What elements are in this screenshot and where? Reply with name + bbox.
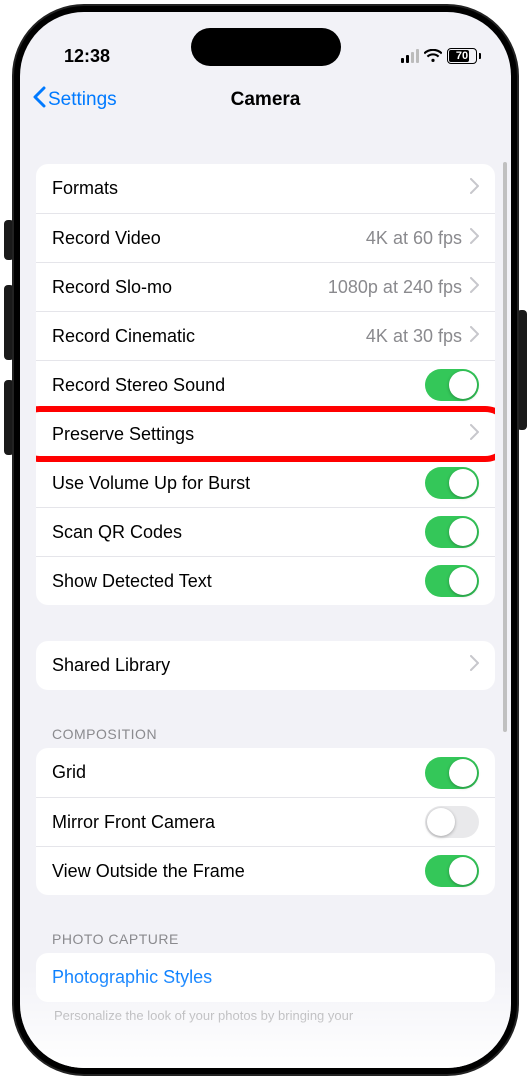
row-label: Preserve Settings bbox=[52, 424, 470, 445]
chevron-right-icon bbox=[470, 178, 479, 199]
back-label: Settings bbox=[48, 89, 117, 111]
wifi-icon bbox=[424, 49, 442, 63]
row-volume-burst: Use Volume Up for Burst bbox=[36, 458, 495, 507]
row-formats[interactable]: Formats bbox=[36, 164, 495, 213]
volume-up-btn bbox=[4, 285, 14, 360]
back-button[interactable]: Settings bbox=[32, 86, 117, 114]
row-record-cinematic[interactable]: Record Cinematic 4K at 30 fps bbox=[36, 311, 495, 360]
toggle-stereo-sound[interactable] bbox=[425, 369, 479, 401]
row-label: Scan QR Codes bbox=[52, 522, 425, 543]
row-preserve-settings[interactable]: Preserve Settings bbox=[36, 409, 495, 458]
row-label: Record Stereo Sound bbox=[52, 375, 425, 396]
volume-down-btn bbox=[4, 380, 14, 455]
phone-frame: 12:38 70 Settings Cam bbox=[14, 6, 517, 1074]
section-header-photo-capture: PHOTO CAPTURE bbox=[36, 931, 495, 953]
settings-content[interactable]: Formats Record Video 4K at 60 fps Record… bbox=[20, 124, 511, 1031]
row-label: Record Cinematic bbox=[52, 326, 366, 347]
section-header-composition: COMPOSITION bbox=[36, 726, 495, 748]
row-value: 1080p at 240 fps bbox=[328, 277, 462, 298]
settings-group-main: Formats Record Video 4K at 60 fps Record… bbox=[36, 164, 495, 605]
toggle-scan-qr[interactable] bbox=[425, 516, 479, 548]
cellular-icon bbox=[401, 49, 419, 63]
row-label: Use Volume Up for Burst bbox=[52, 473, 425, 494]
row-label: Formats bbox=[52, 178, 470, 199]
toggle-mirror-front[interactable] bbox=[425, 806, 479, 838]
chevron-right-icon bbox=[470, 424, 479, 445]
status-time: 12:38 bbox=[64, 46, 110, 67]
row-label: Shared Library bbox=[52, 655, 470, 676]
row-view-outside-frame: View Outside the Frame bbox=[36, 846, 495, 895]
settings-group-composition: Grid Mirror Front Camera View Outside th… bbox=[36, 748, 495, 895]
row-label: Mirror Front Camera bbox=[52, 812, 425, 833]
screen: 12:38 70 Settings Cam bbox=[20, 12, 511, 1068]
settings-group-photo-capture: Photographic Styles bbox=[36, 953, 495, 1002]
row-record-slomo[interactable]: Record Slo-mo 1080p at 240 fps bbox=[36, 262, 495, 311]
side-button bbox=[4, 220, 14, 260]
row-link-label: Photographic Styles bbox=[52, 967, 479, 988]
power-btn bbox=[517, 310, 527, 430]
chevron-right-icon bbox=[470, 326, 479, 347]
toggle-volume-burst[interactable] bbox=[425, 467, 479, 499]
toggle-grid[interactable] bbox=[425, 757, 479, 789]
row-value: 4K at 30 fps bbox=[366, 326, 462, 347]
chevron-left-icon bbox=[32, 86, 46, 114]
settings-group-shared: Shared Library bbox=[36, 641, 495, 690]
row-record-video[interactable]: Record Video 4K at 60 fps bbox=[36, 213, 495, 262]
row-photographic-styles[interactable]: Photographic Styles bbox=[36, 953, 495, 1002]
nav-bar: Settings Camera bbox=[20, 76, 511, 124]
row-label: Show Detected Text bbox=[52, 571, 425, 592]
row-grid: Grid bbox=[36, 748, 495, 797]
row-shared-library[interactable]: Shared Library bbox=[36, 641, 495, 690]
row-label: Record Video bbox=[52, 228, 366, 249]
chevron-right-icon bbox=[470, 277, 479, 298]
chevron-right-icon bbox=[470, 655, 479, 676]
row-label: View Outside the Frame bbox=[52, 861, 425, 882]
row-mirror-front: Mirror Front Camera bbox=[36, 797, 495, 846]
row-label: Record Slo-mo bbox=[52, 277, 328, 298]
row-value: 4K at 60 fps bbox=[366, 228, 462, 249]
footer-description: Personalize the look of your photos by b… bbox=[36, 1002, 495, 1031]
battery-icon: 70 bbox=[447, 48, 481, 64]
toggle-detected-text[interactable] bbox=[425, 565, 479, 597]
row-scan-qr: Scan QR Codes bbox=[36, 507, 495, 556]
toggle-view-outside[interactable] bbox=[425, 855, 479, 887]
row-detected-text: Show Detected Text bbox=[36, 556, 495, 605]
row-stereo-sound: Record Stereo Sound bbox=[36, 360, 495, 409]
dynamic-island bbox=[191, 28, 341, 66]
chevron-right-icon bbox=[470, 228, 479, 249]
scrollbar-indicator[interactable] bbox=[503, 162, 507, 732]
row-label: Grid bbox=[52, 762, 425, 783]
